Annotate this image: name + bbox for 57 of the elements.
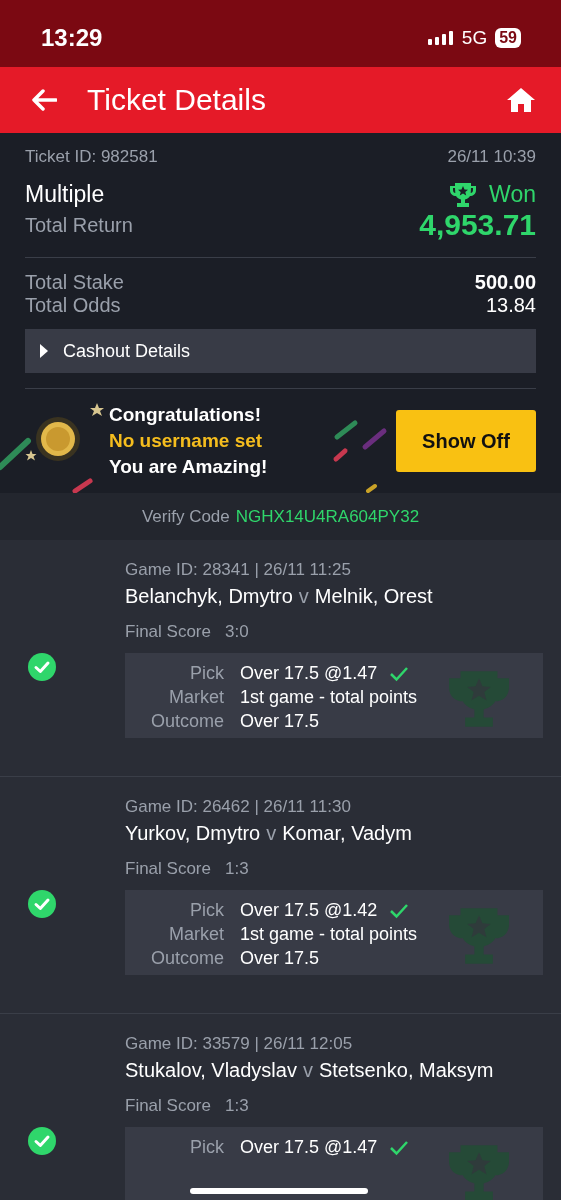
ticket-date: 26/11 10:39: [447, 147, 536, 167]
versus-label: v: [298, 585, 309, 608]
battery-indicator: 59: [495, 27, 521, 48]
away-player: Melnik, Orest: [314, 585, 433, 608]
final-score: 1:3: [225, 1096, 249, 1116]
detail-value: Over 17.5 @1.47: [240, 1137, 378, 1158]
detail-label: Outcome: [149, 711, 224, 732]
away-player: Komar, Vadym: [282, 822, 412, 845]
total-odds-label: Total Odds: [25, 294, 121, 317]
home-icon[interactable]: [506, 87, 536, 113]
game-meta: Game ID: 26462 | 26/11 11:30: [125, 797, 352, 817]
verify-code-label: Verify Code: [141, 506, 230, 527]
final-score: 1:3: [225, 859, 249, 879]
final-score-label: Final Score: [125, 859, 211, 879]
page-title: Ticket Details: [87, 83, 267, 117]
status-time: 13:29: [41, 23, 103, 52]
detail-label: Outcome: [149, 948, 224, 969]
verify-code: NGHX14U4RA604PY32: [235, 506, 420, 527]
versus-label: v: [266, 822, 277, 845]
signal-icon: [427, 30, 454, 45]
detail-value: Over 17.5: [240, 948, 320, 969]
congrats-text: Congratulations!: [109, 404, 262, 426]
detail-value: Over 17.5 @1.42: [240, 900, 378, 921]
detail-label: Market: [168, 924, 224, 945]
network-label: 5G: [461, 26, 488, 49]
game-meta: Game ID: 28341 | 26/11 11:25: [125, 560, 352, 580]
detail-label: Pick: [189, 663, 224, 684]
detail-label: Pick: [189, 900, 224, 921]
detail-value: 1st game - total points: [240, 924, 418, 945]
caret-icon: [39, 344, 49, 358]
detail-value: Over 17.5: [240, 711, 320, 732]
final-score-label: Final Score: [125, 1096, 211, 1116]
home-player: Yurkov, Dmytro: [125, 822, 261, 845]
back-arrow-icon[interactable]: [31, 89, 57, 111]
away-player: Stetsenko, Maksym: [318, 1059, 494, 1082]
total-stake-value: 500.00: [474, 271, 536, 294]
show-off-button[interactable]: Show Off: [396, 410, 536, 472]
detail-value: Over 17.5 @1.47: [240, 663, 378, 684]
total-return-value: 4,953.71: [419, 208, 536, 242]
ticket-id: Ticket ID: 982581: [25, 147, 158, 167]
detail-label: Pick: [189, 1137, 224, 1158]
total-odds-value: 13.84: [485, 294, 536, 317]
status-label: Won: [489, 181, 536, 208]
home-player: Stukalov, Vladyslav: [125, 1059, 297, 1082]
total-return-label: Total Return: [25, 213, 133, 237]
home-player: Belanchyk, Dmytro: [125, 585, 293, 608]
versus-label: v: [302, 1059, 313, 1082]
amazing-text: You are Amazing!: [109, 456, 269, 478]
final-score: 3:0: [225, 622, 249, 642]
bet-type: Multiple: [25, 181, 105, 208]
game-meta: Game ID: 33579 | 26/11 12:05: [125, 1034, 354, 1054]
detail-label: Market: [168, 687, 224, 708]
final-score-label: Final Score: [125, 622, 211, 642]
total-stake-label: Total Stake: [25, 271, 124, 294]
username-text: No username set: [109, 430, 264, 452]
detail-value: 1st game - total points: [240, 687, 418, 708]
cashout-details-toggle[interactable]: Cashout Details: [25, 329, 536, 373]
